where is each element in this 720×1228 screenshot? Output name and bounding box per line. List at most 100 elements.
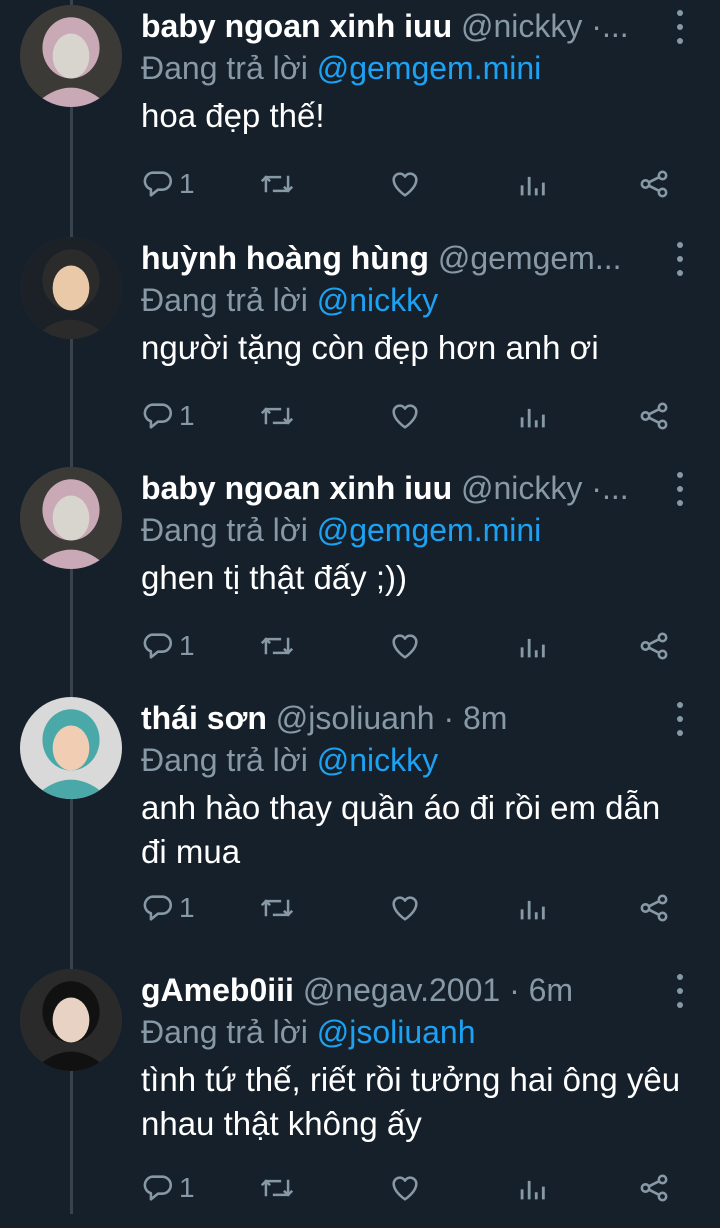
handle-and-time[interactable]: @nickky ·...: [461, 470, 629, 506]
tweet[interactable]: gAmeb0iii @negav.2001 · 6m Đang trả lời …: [0, 964, 720, 1228]
tweet-text: người tặng còn đẹp hơn anh ơi: [141, 329, 599, 366]
replying-to-label: Đang trả lời: [141, 512, 308, 548]
analytics-button[interactable]: [515, 164, 549, 204]
analytics-icon: [520, 638, 545, 658]
reply-icon: [143, 633, 172, 659]
retweet-icon: [260, 637, 294, 655]
share-icon: [640, 170, 668, 198]
tweet-text: anh hào thay quần áo đi rồi em dẫn đi mu…: [141, 789, 661, 870]
heart-icon: [392, 1176, 418, 1201]
like-button[interactable]: [388, 396, 422, 436]
tweet[interactable]: baby ngoan xinh iuu @nickky ·... Đang tr…: [0, 462, 720, 686]
tweet[interactable]: baby ngoan xinh iuu @nickky ·... Đang tr…: [0, 0, 720, 224]
retweet-icon: [260, 407, 294, 425]
replying-to-mention[interactable]: @nickky: [317, 742, 438, 778]
reply-count: 1: [179, 168, 195, 199]
share-icon: [640, 1174, 668, 1202]
more-vertical-icon[interactable]: [670, 242, 690, 276]
reply-button[interactable]: 1: [141, 396, 195, 436]
reply-count: 1: [179, 630, 195, 661]
handle-and-time[interactable]: @negav.2001 · 6m: [303, 972, 573, 1008]
reply-button[interactable]: 1: [141, 1168, 195, 1208]
avatar-image: [20, 237, 122, 339]
like-button[interactable]: [388, 888, 422, 928]
share-button[interactable]: [637, 396, 671, 436]
tweet-actions: 1: [141, 626, 681, 666]
tweet-actions: 1: [141, 164, 681, 204]
retweet-button[interactable]: [259, 1168, 295, 1208]
like-button[interactable]: [388, 1168, 422, 1208]
replying-to: Đang trả lời @nickky: [141, 280, 438, 320]
reply-icon: [143, 171, 172, 197]
replying-to: Đang trả lời @nickky: [141, 740, 438, 780]
handle-and-time[interactable]: @gemgem...: [438, 240, 622, 276]
heart-icon: [392, 172, 418, 197]
analytics-button[interactable]: [515, 1168, 549, 1208]
reply-icon: [143, 1175, 172, 1201]
like-button[interactable]: [388, 626, 422, 666]
avatar[interactable]: [20, 969, 122, 1071]
more-vertical-icon[interactable]: [670, 472, 690, 506]
retweet-button[interactable]: [259, 626, 295, 666]
like-button[interactable]: [388, 164, 422, 204]
share-icon: [640, 402, 668, 430]
more-vertical-icon[interactable]: [670, 702, 690, 736]
replying-to-mention[interactable]: @gemgem.mini: [317, 50, 542, 86]
tweet-text: tình tứ thế, riết rồi tưởng hai ông yêu …: [141, 1061, 681, 1142]
analytics-icon: [520, 900, 545, 920]
avatar-image: [20, 5, 122, 107]
display-name[interactable]: baby ngoan xinh iuu: [141, 8, 452, 44]
display-name[interactable]: thái sơn: [141, 700, 267, 736]
analytics-icon: [520, 1180, 545, 1200]
share-button[interactable]: [637, 164, 671, 204]
display-name[interactable]: gAmeb0iii: [141, 972, 294, 1008]
replying-to-label: Đang trả lời: [141, 50, 308, 86]
tweet-actions: 1: [141, 396, 681, 436]
share-button[interactable]: [637, 626, 671, 666]
retweet-icon: [260, 175, 294, 193]
retweet-button[interactable]: [259, 888, 295, 928]
reply-button[interactable]: 1: [141, 164, 195, 204]
analytics-icon: [520, 176, 545, 196]
replying-to-mention[interactable]: @jsoliuanh: [317, 1014, 476, 1050]
share-button[interactable]: [637, 1168, 671, 1208]
replying-to-label: Đang trả lời: [141, 282, 308, 318]
tweet[interactable]: huỳnh hoàng hùng @gemgem... Đang trả lời…: [0, 232, 720, 456]
handle-and-time[interactable]: @jsoliuanh · 8m: [276, 700, 508, 736]
more-vertical-icon[interactable]: [670, 10, 690, 44]
avatar[interactable]: [20, 467, 122, 569]
reply-button[interactable]: 1: [141, 888, 195, 928]
replying-to: Đang trả lời @jsoliuanh: [141, 1012, 476, 1052]
display-name[interactable]: baby ngoan xinh iuu: [141, 470, 452, 506]
replying-to-label: Đang trả lời: [141, 742, 308, 778]
retweet-icon: [260, 1179, 294, 1197]
replying-to-mention[interactable]: @nickky: [317, 282, 438, 318]
analytics-button[interactable]: [515, 396, 549, 436]
tweet-text: hoa đẹp thế!: [141, 97, 325, 134]
handle-and-time[interactable]: @nickky ·...: [461, 8, 629, 44]
replying-to-mention[interactable]: @gemgem.mini: [317, 512, 542, 548]
reply-button[interactable]: 1: [141, 626, 195, 666]
retweet-button[interactable]: [259, 164, 295, 204]
avatar[interactable]: [20, 237, 122, 339]
analytics-button[interactable]: [515, 888, 549, 928]
analytics-button[interactable]: [515, 626, 549, 666]
reply-count: 1: [179, 400, 195, 431]
replying-to: Đang trả lời @gemgem.mini: [141, 48, 541, 88]
retweet-button[interactable]: [259, 396, 295, 436]
share-icon: [640, 632, 668, 660]
display-name[interactable]: huỳnh hoàng hùng: [141, 240, 429, 276]
more-vertical-icon[interactable]: [670, 974, 690, 1008]
avatar-image: [20, 467, 122, 569]
tweet-actions: 1: [141, 1168, 681, 1208]
avatar[interactable]: [20, 5, 122, 107]
heart-icon: [392, 896, 418, 921]
tweet[interactable]: thái sơn @jsoliuanh · 8m Đang trả lời @n…: [0, 692, 720, 948]
heart-icon: [392, 634, 418, 659]
avatar-image: [20, 697, 122, 799]
tweet-text: ghen tị thật đấy ;)): [141, 559, 407, 596]
reply-icon: [143, 895, 172, 921]
share-button[interactable]: [637, 888, 671, 928]
avatar-image: [20, 969, 122, 1071]
avatar[interactable]: [20, 697, 122, 799]
